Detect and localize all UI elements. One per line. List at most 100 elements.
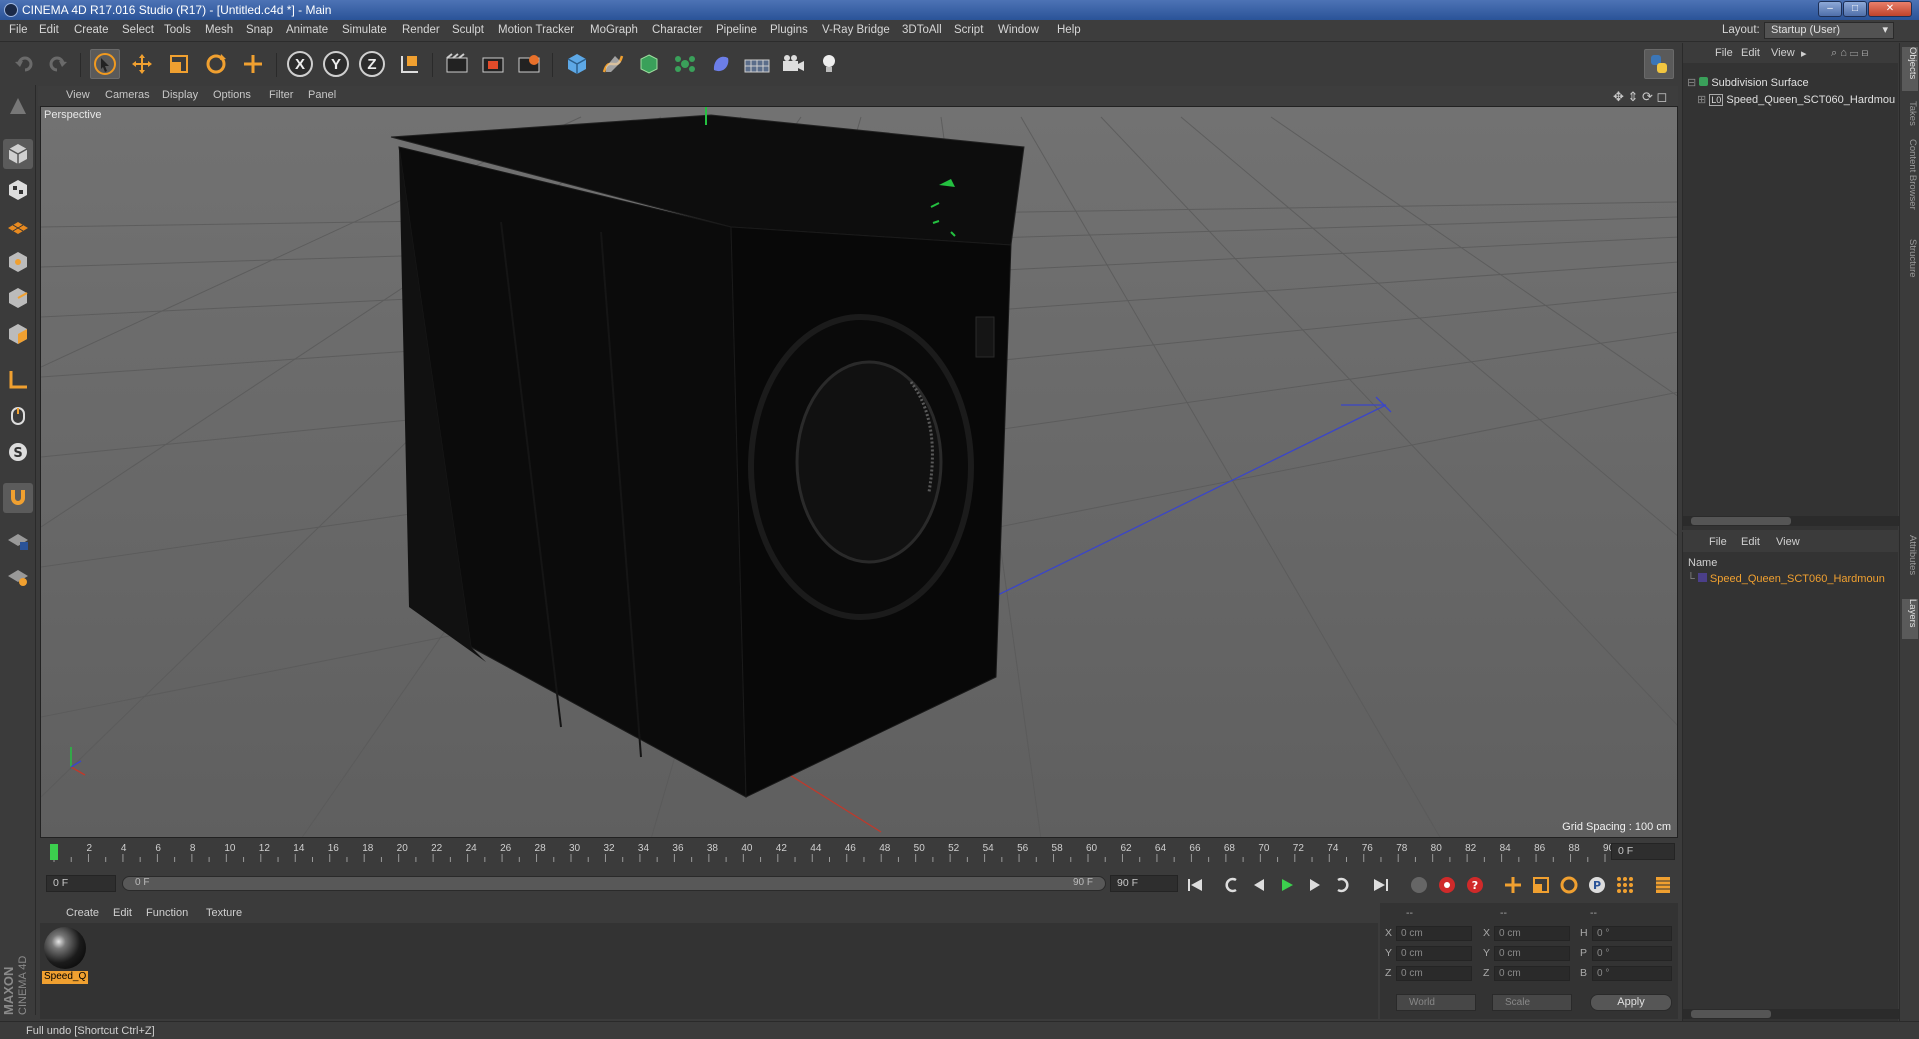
menu-character[interactable]: Character xyxy=(652,24,703,36)
subdivision-icon[interactable] xyxy=(634,49,664,79)
edges-mode-icon[interactable] xyxy=(3,283,33,313)
tab-objects[interactable]: Objects xyxy=(1902,47,1918,91)
undo-icon[interactable] xyxy=(9,49,39,79)
objects-search-home-icons[interactable]: ⌕ ⌂ ▭ ⊟ xyxy=(1831,47,1868,60)
object-row-speed-queen[interactable]: ⊞ L0 Speed_Queen_SCT060_Hardmou xyxy=(1697,93,1895,106)
viewport-menu-cameras[interactable]: Cameras xyxy=(105,89,150,101)
layer-color-swatch[interactable] xyxy=(1697,573,1707,582)
key-position-icon[interactable] xyxy=(1500,873,1526,897)
preview-range-slider[interactable]: 0 F 90 F xyxy=(122,876,1106,891)
layout-dropdown[interactable]: Startup (User) ▾ xyxy=(1764,22,1894,39)
menu-select[interactable]: Select xyxy=(122,24,154,36)
maximize-button[interactable]: □ xyxy=(1843,1,1867,17)
layers-horizontal-scrollbar[interactable] xyxy=(1683,1009,1899,1019)
material-menu-function[interactable]: Function xyxy=(146,907,188,919)
coord-rot-p-field[interactable]: 0 ° xyxy=(1592,946,1672,961)
layers-menu-view[interactable]: View xyxy=(1776,536,1800,548)
keyframe-selection-icon[interactable]: ? xyxy=(1462,873,1488,897)
render-view-icon[interactable] xyxy=(442,49,472,79)
menu-motion-tracker[interactable]: Motion Tracker xyxy=(498,24,574,36)
planar-workplane-icon[interactable] xyxy=(3,561,33,591)
viewport-menu-filter[interactable]: Filter xyxy=(269,89,293,101)
go-to-start-icon[interactable] xyxy=(1182,873,1208,897)
coord-rot-h-field[interactable]: 0 ° xyxy=(1592,926,1672,941)
axis-mode-icon[interactable] xyxy=(3,365,33,395)
layers-menu-file[interactable]: File xyxy=(1709,536,1727,548)
tweak-mode-icon[interactable] xyxy=(3,401,33,431)
previous-key-icon[interactable] xyxy=(1218,873,1244,897)
axis-x-icon[interactable]: X xyxy=(285,49,315,79)
autokey-icon[interactable] xyxy=(1434,873,1460,897)
coord-pos-x-field[interactable]: 0 cm xyxy=(1396,926,1472,941)
model-mode-icon[interactable] xyxy=(3,139,33,169)
light-icon[interactable] xyxy=(814,49,844,79)
viewport-menu-view[interactable]: View xyxy=(66,89,90,101)
coord-size-z-field[interactable]: 0 cm xyxy=(1494,966,1570,981)
tab-layers[interactable]: Layers xyxy=(1902,599,1918,639)
current-frame-field[interactable]: 0 F xyxy=(1611,843,1675,860)
objects-menu-edit[interactable]: Edit xyxy=(1741,47,1760,59)
tab-structure[interactable]: Structure xyxy=(1902,239,1918,295)
menu-help[interactable]: Help xyxy=(1057,24,1081,36)
menu-sculpt[interactable]: Sculpt xyxy=(452,24,484,36)
objects-menu-file[interactable]: File xyxy=(1715,47,1733,59)
objects-menu-view[interactable]: View xyxy=(1771,47,1795,59)
menu-create[interactable]: Create xyxy=(74,24,109,36)
menu-plugins[interactable]: Plugins xyxy=(770,24,808,36)
transform-icon[interactable] xyxy=(238,49,268,79)
close-button[interactable]: ✕ xyxy=(1868,1,1912,17)
scale-icon[interactable] xyxy=(164,49,194,79)
menu-file[interactable]: File xyxy=(9,24,28,36)
next-key-icon[interactable] xyxy=(1330,873,1356,897)
render-picture-viewer-icon[interactable] xyxy=(478,49,508,79)
playhead-marker[interactable] xyxy=(50,844,58,860)
axis-z-icon[interactable]: Z xyxy=(357,49,387,79)
make-editable-icon[interactable] xyxy=(3,91,33,121)
material-menu-edit[interactable]: Edit xyxy=(113,907,132,919)
points-mode-icon[interactable] xyxy=(3,247,33,277)
layer-row-speed-queen[interactable]: └ Speed_Queen_SCT060_Hardmoun xyxy=(1687,573,1885,585)
layers-menu-edit[interactable]: Edit xyxy=(1741,536,1760,548)
array-icon[interactable] xyxy=(670,49,700,79)
menu-snap[interactable]: Snap xyxy=(246,24,273,36)
coord-pos-y-field[interactable]: 0 cm xyxy=(1396,946,1472,961)
python-icon[interactable] xyxy=(1644,49,1674,79)
material-menu-create[interactable]: Create xyxy=(66,907,99,919)
viewport-menu-options[interactable]: Options xyxy=(213,89,251,101)
material-swatch[interactable]: Speed_Q xyxy=(40,923,90,987)
coord-rot-b-field[interactable]: 0 ° xyxy=(1592,966,1672,981)
menu-pipeline[interactable]: Pipeline xyxy=(716,24,757,36)
workplane-icon[interactable] xyxy=(3,211,33,241)
viewport-menu-panel[interactable]: Panel xyxy=(308,89,336,101)
end-frame-field[interactable]: 90 F xyxy=(1110,875,1178,892)
collapse-icon[interactable]: ⊟ xyxy=(1687,77,1696,89)
minimize-button[interactable]: – xyxy=(1818,1,1842,17)
play-icon[interactable] xyxy=(1274,873,1300,897)
snap-icon[interactable]: S xyxy=(3,437,33,467)
viewport-navigation-icons[interactable]: ✥ ⇕ ⟳ ◻ xyxy=(1613,89,1667,105)
coordinate-system-icon[interactable] xyxy=(395,49,425,79)
record-keys-icon[interactable] xyxy=(1406,873,1432,897)
timeline-ruler[interactable]: 0246810121416182022242628303234363840424… xyxy=(40,840,1678,864)
go-to-end-icon[interactable] xyxy=(1368,873,1394,897)
key-scale-icon[interactable] xyxy=(1528,873,1554,897)
start-frame-field[interactable]: 0 F xyxy=(46,875,116,892)
objects-horizontal-scrollbar[interactable] xyxy=(1683,516,1899,526)
coord-size-y-field[interactable]: 0 cm xyxy=(1494,946,1570,961)
timeline-window-icon[interactable] xyxy=(1650,873,1676,897)
menu-mesh[interactable]: Mesh xyxy=(205,24,233,36)
menu-render[interactable]: Render xyxy=(402,24,440,36)
expand-icon[interactable]: ⊞ xyxy=(1697,94,1706,106)
spline-pen-icon[interactable] xyxy=(598,49,628,79)
key-parameter-icon[interactable]: P xyxy=(1584,873,1610,897)
size-mode-dropdown[interactable]: Scale xyxy=(1492,994,1572,1011)
menu-vray-bridge[interactable]: V-Ray Bridge xyxy=(822,24,890,36)
viewport-menu-display[interactable]: Display xyxy=(162,89,198,101)
coord-size-x-field[interactable]: 0 cm xyxy=(1494,926,1570,941)
select-arrow-icon[interactable] xyxy=(90,49,120,79)
menu-window[interactable]: Window xyxy=(998,24,1039,36)
magnet-icon[interactable] xyxy=(3,483,33,513)
redo-icon[interactable] xyxy=(43,49,73,79)
menu-animate[interactable]: Animate xyxy=(286,24,328,36)
previous-frame-icon[interactable] xyxy=(1246,873,1272,897)
